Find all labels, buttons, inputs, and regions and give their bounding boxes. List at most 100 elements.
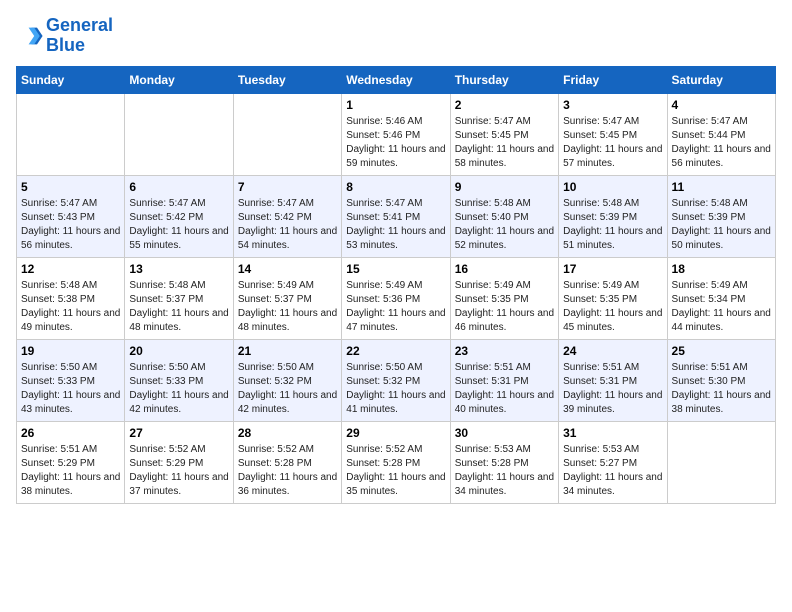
- day-info: Sunrise: 5:52 AMSunset: 5:29 PMDaylight:…: [129, 443, 228, 499]
- calendar-cell: 31 Sunrise: 5:53 AMSunset: 5:27 PMDaylig…: [559, 421, 667, 503]
- day-number: 21: [238, 344, 337, 358]
- calendar-cell: 7 Sunrise: 5:47 AMSunset: 5:42 PMDayligh…: [233, 175, 341, 257]
- day-info: Sunrise: 5:49 AMSunset: 5:37 PMDaylight:…: [238, 279, 337, 335]
- day-number: 22: [346, 344, 445, 358]
- day-number: 5: [21, 180, 120, 194]
- day-info: Sunrise: 5:48 AMSunset: 5:40 PMDaylight:…: [455, 197, 554, 253]
- calendar-cell: 5 Sunrise: 5:47 AMSunset: 5:43 PMDayligh…: [17, 175, 125, 257]
- day-info: Sunrise: 5:53 AMSunset: 5:27 PMDaylight:…: [563, 443, 662, 499]
- day-number: 2: [455, 98, 554, 112]
- weekday-header: Friday: [559, 66, 667, 93]
- calendar-cell: 3 Sunrise: 5:47 AMSunset: 5:45 PMDayligh…: [559, 93, 667, 175]
- day-info: Sunrise: 5:48 AMSunset: 5:37 PMDaylight:…: [129, 279, 228, 335]
- calendar-cell: [667, 421, 775, 503]
- calendar-cell: 16 Sunrise: 5:49 AMSunset: 5:35 PMDaylig…: [450, 257, 558, 339]
- day-info: Sunrise: 5:47 AMSunset: 5:45 PMDaylight:…: [563, 115, 662, 171]
- day-info: Sunrise: 5:49 AMSunset: 5:36 PMDaylight:…: [346, 279, 445, 335]
- day-number: 31: [563, 426, 662, 440]
- day-info: Sunrise: 5:47 AMSunset: 5:41 PMDaylight:…: [346, 197, 445, 253]
- calendar-cell: 10 Sunrise: 5:48 AMSunset: 5:39 PMDaylig…: [559, 175, 667, 257]
- weekday-header: Saturday: [667, 66, 775, 93]
- day-info: Sunrise: 5:47 AMSunset: 5:42 PMDaylight:…: [238, 197, 337, 253]
- day-info: Sunrise: 5:53 AMSunset: 5:28 PMDaylight:…: [455, 443, 554, 499]
- calendar-cell: 18 Sunrise: 5:49 AMSunset: 5:34 PMDaylig…: [667, 257, 775, 339]
- calendar-cell: 13 Sunrise: 5:48 AMSunset: 5:37 PMDaylig…: [125, 257, 233, 339]
- calendar-cell: 30 Sunrise: 5:53 AMSunset: 5:28 PMDaylig…: [450, 421, 558, 503]
- day-info: Sunrise: 5:47 AMSunset: 5:42 PMDaylight:…: [129, 197, 228, 253]
- day-number: 10: [563, 180, 662, 194]
- calendar-week-row: 5 Sunrise: 5:47 AMSunset: 5:43 PMDayligh…: [17, 175, 776, 257]
- weekday-header: Sunday: [17, 66, 125, 93]
- calendar-cell: 9 Sunrise: 5:48 AMSunset: 5:40 PMDayligh…: [450, 175, 558, 257]
- logo-icon: [16, 22, 44, 50]
- day-info: Sunrise: 5:47 AMSunset: 5:44 PMDaylight:…: [672, 115, 771, 171]
- day-info: Sunrise: 5:49 AMSunset: 5:35 PMDaylight:…: [455, 279, 554, 335]
- calendar-cell: 1 Sunrise: 5:46 AMSunset: 5:46 PMDayligh…: [342, 93, 450, 175]
- weekday-header: Tuesday: [233, 66, 341, 93]
- day-number: 28: [238, 426, 337, 440]
- day-number: 9: [455, 180, 554, 194]
- calendar-cell: 28 Sunrise: 5:52 AMSunset: 5:28 PMDaylig…: [233, 421, 341, 503]
- day-number: 6: [129, 180, 228, 194]
- day-number: 4: [672, 98, 771, 112]
- weekday-header-row: SundayMondayTuesdayWednesdayThursdayFrid…: [17, 66, 776, 93]
- calendar-cell: 24 Sunrise: 5:51 AMSunset: 5:31 PMDaylig…: [559, 339, 667, 421]
- calendar-cell: 20 Sunrise: 5:50 AMSunset: 5:33 PMDaylig…: [125, 339, 233, 421]
- calendar-cell: 4 Sunrise: 5:47 AMSunset: 5:44 PMDayligh…: [667, 93, 775, 175]
- day-info: Sunrise: 5:50 AMSunset: 5:32 PMDaylight:…: [346, 361, 445, 417]
- calendar-cell: 17 Sunrise: 5:49 AMSunset: 5:35 PMDaylig…: [559, 257, 667, 339]
- day-number: 13: [129, 262, 228, 276]
- day-number: 3: [563, 98, 662, 112]
- calendar-cell: 19 Sunrise: 5:50 AMSunset: 5:33 PMDaylig…: [17, 339, 125, 421]
- day-info: Sunrise: 5:48 AMSunset: 5:39 PMDaylight:…: [563, 197, 662, 253]
- weekday-header: Thursday: [450, 66, 558, 93]
- calendar-week-row: 19 Sunrise: 5:50 AMSunset: 5:33 PMDaylig…: [17, 339, 776, 421]
- day-number: 20: [129, 344, 228, 358]
- day-number: 27: [129, 426, 228, 440]
- day-number: 17: [563, 262, 662, 276]
- calendar-cell: 15 Sunrise: 5:49 AMSunset: 5:36 PMDaylig…: [342, 257, 450, 339]
- calendar-cell: 8 Sunrise: 5:47 AMSunset: 5:41 PMDayligh…: [342, 175, 450, 257]
- day-number: 12: [21, 262, 120, 276]
- logo: General Blue: [16, 16, 113, 56]
- day-info: Sunrise: 5:49 AMSunset: 5:34 PMDaylight:…: [672, 279, 771, 335]
- calendar-cell: 21 Sunrise: 5:50 AMSunset: 5:32 PMDaylig…: [233, 339, 341, 421]
- calendar-cell: [125, 93, 233, 175]
- calendar-table: SundayMondayTuesdayWednesdayThursdayFrid…: [16, 66, 776, 504]
- day-number: 29: [346, 426, 445, 440]
- day-number: 14: [238, 262, 337, 276]
- day-info: Sunrise: 5:48 AMSunset: 5:38 PMDaylight:…: [21, 279, 120, 335]
- calendar-cell: 26 Sunrise: 5:51 AMSunset: 5:29 PMDaylig…: [17, 421, 125, 503]
- calendar-cell: 2 Sunrise: 5:47 AMSunset: 5:45 PMDayligh…: [450, 93, 558, 175]
- day-info: Sunrise: 5:47 AMSunset: 5:45 PMDaylight:…: [455, 115, 554, 171]
- weekday-header: Wednesday: [342, 66, 450, 93]
- calendar-cell: 14 Sunrise: 5:49 AMSunset: 5:37 PMDaylig…: [233, 257, 341, 339]
- day-number: 23: [455, 344, 554, 358]
- day-number: 24: [563, 344, 662, 358]
- weekday-header: Monday: [125, 66, 233, 93]
- day-info: Sunrise: 5:46 AMSunset: 5:46 PMDaylight:…: [346, 115, 445, 171]
- day-info: Sunrise: 5:50 AMSunset: 5:33 PMDaylight:…: [21, 361, 120, 417]
- calendar-cell: 23 Sunrise: 5:51 AMSunset: 5:31 PMDaylig…: [450, 339, 558, 421]
- logo-text: General Blue: [46, 16, 113, 56]
- day-number: 30: [455, 426, 554, 440]
- day-number: 7: [238, 180, 337, 194]
- page-header: General Blue: [16, 16, 776, 56]
- calendar-week-row: 26 Sunrise: 5:51 AMSunset: 5:29 PMDaylig…: [17, 421, 776, 503]
- day-number: 25: [672, 344, 771, 358]
- calendar-cell: 11 Sunrise: 5:48 AMSunset: 5:39 PMDaylig…: [667, 175, 775, 257]
- calendar-cell: 12 Sunrise: 5:48 AMSunset: 5:38 PMDaylig…: [17, 257, 125, 339]
- day-number: 15: [346, 262, 445, 276]
- day-number: 18: [672, 262, 771, 276]
- day-info: Sunrise: 5:50 AMSunset: 5:32 PMDaylight:…: [238, 361, 337, 417]
- day-number: 26: [21, 426, 120, 440]
- day-number: 16: [455, 262, 554, 276]
- day-number: 8: [346, 180, 445, 194]
- calendar-cell: 22 Sunrise: 5:50 AMSunset: 5:32 PMDaylig…: [342, 339, 450, 421]
- day-info: Sunrise: 5:48 AMSunset: 5:39 PMDaylight:…: [672, 197, 771, 253]
- calendar-week-row: 1 Sunrise: 5:46 AMSunset: 5:46 PMDayligh…: [17, 93, 776, 175]
- day-number: 19: [21, 344, 120, 358]
- calendar-cell: 25 Sunrise: 5:51 AMSunset: 5:30 PMDaylig…: [667, 339, 775, 421]
- calendar-week-row: 12 Sunrise: 5:48 AMSunset: 5:38 PMDaylig…: [17, 257, 776, 339]
- calendar-cell: 6 Sunrise: 5:47 AMSunset: 5:42 PMDayligh…: [125, 175, 233, 257]
